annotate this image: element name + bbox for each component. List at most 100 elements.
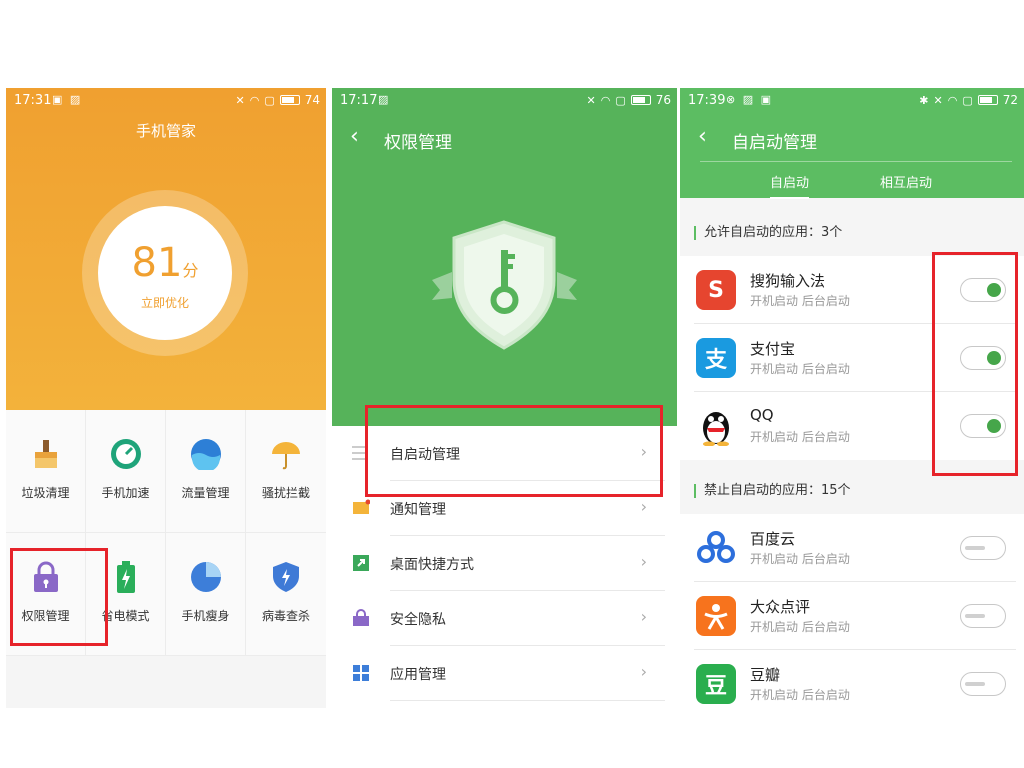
tab-mutual-start[interactable]: 相互启动 — [880, 172, 932, 191]
dianping-app-icon — [696, 596, 736, 636]
apps-icon — [352, 664, 370, 682]
divider — [390, 700, 665, 701]
status-time: 17:31 — [14, 93, 52, 108]
status-bar: 17:39 ⊗ ▨ ▣ ✱ ✕ ◠ ▢ 72 — [680, 88, 1024, 114]
app-name: 大众点评 — [750, 598, 811, 616]
battery-icon — [110, 561, 142, 593]
tile-speed-up[interactable]: 手机加速 — [86, 410, 166, 533]
privacy-icon — [352, 609, 370, 627]
chevron-right-icon: › — [640, 497, 647, 516]
toggle-knob — [965, 682, 985, 686]
score-value: 81分 — [131, 240, 199, 286]
app-name: QQ — [750, 406, 774, 424]
toggle-knob — [965, 546, 985, 550]
pie-icon — [190, 561, 222, 593]
highlight-box — [365, 405, 663, 497]
mute-icon: ✕ — [586, 93, 596, 107]
screen-icon: ▢ — [615, 93, 626, 107]
app-sub-label: 开机启动 后台启动 — [750, 688, 850, 702]
bluetooth-icon: ✱ — [919, 93, 929, 107]
status-icons: ✕ ◠ ▢ 74 — [235, 93, 320, 107]
wifi-icon: ◠ — [600, 93, 611, 107]
battery-level: 76 — [655, 93, 671, 107]
permission-header: 17:17 ▨ ✕ ◠ ▢ 76 ‹ 权限管理 — [332, 88, 677, 426]
notification-icons: ▨ — [378, 93, 391, 106]
highlight-box — [932, 252, 1018, 476]
status-time: 17:17 — [340, 93, 378, 108]
app-row-baiduyun: 百度云 开机启动 后台启动 — [680, 514, 1024, 582]
autostart-manage-screen: 17:39 ⊗ ▨ ▣ ✱ ✕ ◠ ▢ 72 ‹ 自启动管理 自启动 相互启动 … — [680, 88, 1024, 708]
list-item-label: 应用管理 — [390, 667, 446, 683]
blocked-section-header: 禁止自启动的应用：15个 — [694, 484, 851, 498]
app-sub-label: 开机启动 后台启动 — [750, 294, 850, 308]
app-sub-label: 开机启动 后台启动 — [750, 620, 850, 634]
autostart-toggle[interactable] — [960, 672, 1006, 696]
shield-icon — [270, 561, 302, 593]
app-sub-label: 开机启动 后台启动 — [750, 552, 850, 566]
tile-label: 流量管理 — [181, 486, 230, 500]
status-time: 17:39 — [688, 93, 726, 108]
speedometer-icon — [110, 438, 142, 470]
notification-icons: ▣ ▨ — [52, 93, 83, 106]
list-item-label: 安全隐私 — [390, 612, 446, 628]
wifi-icon: ◠ — [947, 93, 958, 107]
tab-autostart[interactable]: 自启动 — [770, 172, 810, 199]
autostart-toggle[interactable] — [960, 536, 1006, 560]
tile-label: 手机瘦身 — [181, 609, 230, 623]
tile-label: 骚扰拦截 — [261, 486, 310, 500]
app-name: 豆瓣 — [750, 666, 781, 684]
score-header: 17:31 ▣ ▨ ✕ ◠ ▢ 74 手机管家 81分 立即优化 — [6, 88, 326, 410]
notification-icon — [352, 499, 371, 517]
optimize-button[interactable]: 立即优化 — [98, 294, 232, 311]
status-bar: 17:17 ▨ ✕ ◠ ▢ 76 — [332, 88, 677, 114]
chevron-right-icon: › — [640, 662, 647, 681]
battery-level: 72 — [1002, 93, 1018, 107]
divider — [700, 161, 1012, 162]
chevron-right-icon: › — [640, 552, 647, 571]
broom-icon — [30, 438, 62, 470]
baiduyun-app-icon — [696, 528, 736, 568]
tile-phone-slim[interactable]: 手机瘦身 — [166, 533, 246, 656]
tile-junk-clean[interactable]: 垃圾清理 — [6, 410, 86, 533]
list-item-label: 通知管理 — [390, 502, 446, 518]
mute-icon: ✕ — [235, 93, 245, 107]
tile-label: 手机加速 — [101, 486, 150, 500]
tile-data-manage[interactable]: 流量管理 — [166, 410, 246, 533]
battery-icon — [977, 95, 998, 105]
back-icon[interactable]: ‹ — [698, 124, 707, 149]
list-item-app-manage[interactable]: 应用管理 › — [332, 646, 677, 701]
shortcut-icon — [352, 554, 370, 572]
tile-virus-scan[interactable]: 病毒查杀 — [246, 533, 326, 656]
autostart-toggle[interactable] — [960, 604, 1006, 628]
list-item-privacy[interactable]: 安全隐私 › — [332, 591, 677, 646]
umbrella-icon — [270, 438, 302, 470]
screen-icon: ▢ — [962, 93, 973, 107]
status-icons: ✕ ◠ ▢ 76 — [586, 93, 671, 107]
highlight-box — [10, 548, 108, 646]
page-title: 自启动管理 — [732, 133, 817, 153]
score-circle[interactable]: 81分 立即优化 — [98, 206, 232, 340]
shield-key-icon — [432, 220, 577, 350]
page-title: 权限管理 — [384, 133, 452, 153]
list-item-shortcut[interactable]: 桌面快捷方式 › — [332, 536, 677, 591]
status-icons: ✱ ✕ ◠ ▢ 72 — [919, 93, 1018, 107]
battery-level: 74 — [304, 93, 320, 107]
sogou-app-icon: S — [696, 270, 736, 310]
tile-label: 病毒查杀 — [261, 609, 310, 623]
screen-icon: ▢ — [264, 93, 275, 107]
tile-harass-block[interactable]: 骚扰拦截 — [246, 410, 326, 533]
battery-icon — [630, 95, 651, 105]
page-title: 手机管家 — [135, 122, 196, 140]
app-name: 百度云 — [750, 530, 796, 548]
status-bar: 17:31 ▣ ▨ ✕ ◠ ▢ 74 — [6, 88, 326, 114]
toggle-knob — [965, 614, 985, 618]
app-name: 支付宝 — [750, 340, 796, 358]
mute-icon: ✕ — [933, 93, 943, 107]
permission-manage-screen: 17:17 ▨ ✕ ◠ ▢ 76 ‹ 权限管理 自启动管理 › 通知管理 › 桌… — [332, 88, 677, 708]
autostart-header: 17:39 ⊗ ▨ ▣ ✱ ✕ ◠ ▢ 72 ‹ 自启动管理 自启动 相互启动 — [680, 88, 1024, 199]
qq-app-icon — [696, 406, 736, 446]
allowed-section-header: 允许自启动的应用：3个 — [694, 226, 842, 240]
data-icon — [190, 438, 222, 470]
wifi-icon: ◠ — [249, 93, 260, 107]
back-icon[interactable]: ‹ — [350, 124, 359, 149]
